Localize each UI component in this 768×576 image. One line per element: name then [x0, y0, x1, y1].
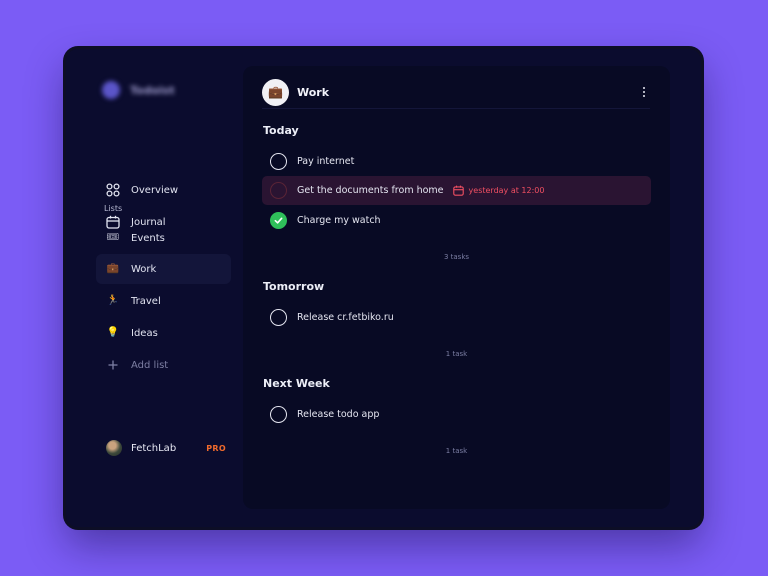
task-item[interactable]: Release todo app: [262, 400, 651, 429]
task-checkbox[interactable]: [270, 182, 287, 199]
task-text: Pay internet: [297, 156, 355, 167]
task-text: Release todo app: [297, 409, 380, 420]
more-options-icon[interactable]: [638, 85, 650, 99]
due-date: yesterday at 12:00: [452, 181, 545, 200]
task-panel: 💼 Work Today Pay internet Get the docume…: [243, 66, 670, 509]
sidebar-item-work[interactable]: 💼 Work: [96, 254, 231, 284]
brand-logo: [102, 81, 120, 99]
sidebar-item-ideas[interactable]: 💡 Ideas: [96, 318, 231, 348]
divider: [262, 108, 650, 109]
lists-section-label: Lists: [104, 204, 123, 213]
panel-header: 💼 Work: [262, 77, 650, 107]
due-text: yesterday at 12:00: [468, 186, 545, 195]
sidebar: Todoist Overview Journal Lists 🎟 Events …: [66, 49, 242, 527]
task-checkbox[interactable]: [270, 309, 287, 326]
user-profile[interactable]: FetchLab PRO: [106, 440, 226, 456]
nav-label: Overview: [131, 184, 179, 196]
calendar-icon: [452, 181, 464, 200]
lightbulb-icon: 💡: [106, 327, 120, 338]
list-label: Events: [131, 232, 165, 244]
task-item[interactable]: Release cr.fetbiko.ru: [262, 303, 651, 332]
task-text: Get the documents from home: [297, 185, 444, 196]
task-item[interactable]: Pay internet: [262, 147, 651, 176]
page-title: Work: [297, 85, 330, 99]
task-item-completed[interactable]: Charge my watch: [262, 206, 651, 235]
task-count: 1 task: [445, 350, 468, 358]
task-count: 3 tasks: [443, 253, 470, 261]
pro-badge: PRO: [206, 443, 226, 453]
checkmark-icon[interactable]: [270, 212, 287, 229]
list-label: Travel: [131, 295, 161, 307]
avatar: [106, 440, 122, 456]
briefcase-icon: 💼: [262, 78, 289, 106]
ticket-icon: 🎟: [106, 232, 120, 243]
runner-icon: 🏃: [106, 295, 120, 306]
group-title-tomorrow: Tomorrow: [263, 280, 325, 293]
app-window: Todoist Overview Journal Lists 🎟 Events …: [66, 49, 701, 527]
sidebar-item-travel[interactable]: 🏃 Travel: [96, 286, 231, 316]
grid-icon: [105, 182, 121, 198]
nav-item-overview[interactable]: Overview: [96, 175, 231, 205]
task-checkbox[interactable]: [270, 406, 287, 423]
brand-name: Todoist: [130, 83, 175, 97]
brand: Todoist: [102, 81, 175, 99]
group-title-next-week: Next Week: [263, 377, 330, 390]
plus-icon: [105, 357, 121, 373]
task-item-overdue[interactable]: Get the documents from home yesterday at…: [262, 176, 651, 205]
list-label: Work: [131, 263, 157, 275]
user-name: FetchLab: [131, 442, 177, 454]
task-checkbox[interactable]: [270, 153, 287, 170]
task-count: 1 task: [445, 447, 468, 455]
task-text: Charge my watch: [297, 215, 381, 226]
list-label: Ideas: [131, 327, 158, 339]
add-list-label: Add list: [131, 359, 169, 371]
task-text: Release cr.fetbiko.ru: [297, 312, 394, 323]
sidebar-item-events[interactable]: 🎟 Events: [96, 223, 231, 253]
briefcase-icon: 💼: [106, 263, 120, 274]
add-list-button[interactable]: Add list: [96, 350, 231, 380]
group-title-today: Today: [263, 124, 299, 137]
